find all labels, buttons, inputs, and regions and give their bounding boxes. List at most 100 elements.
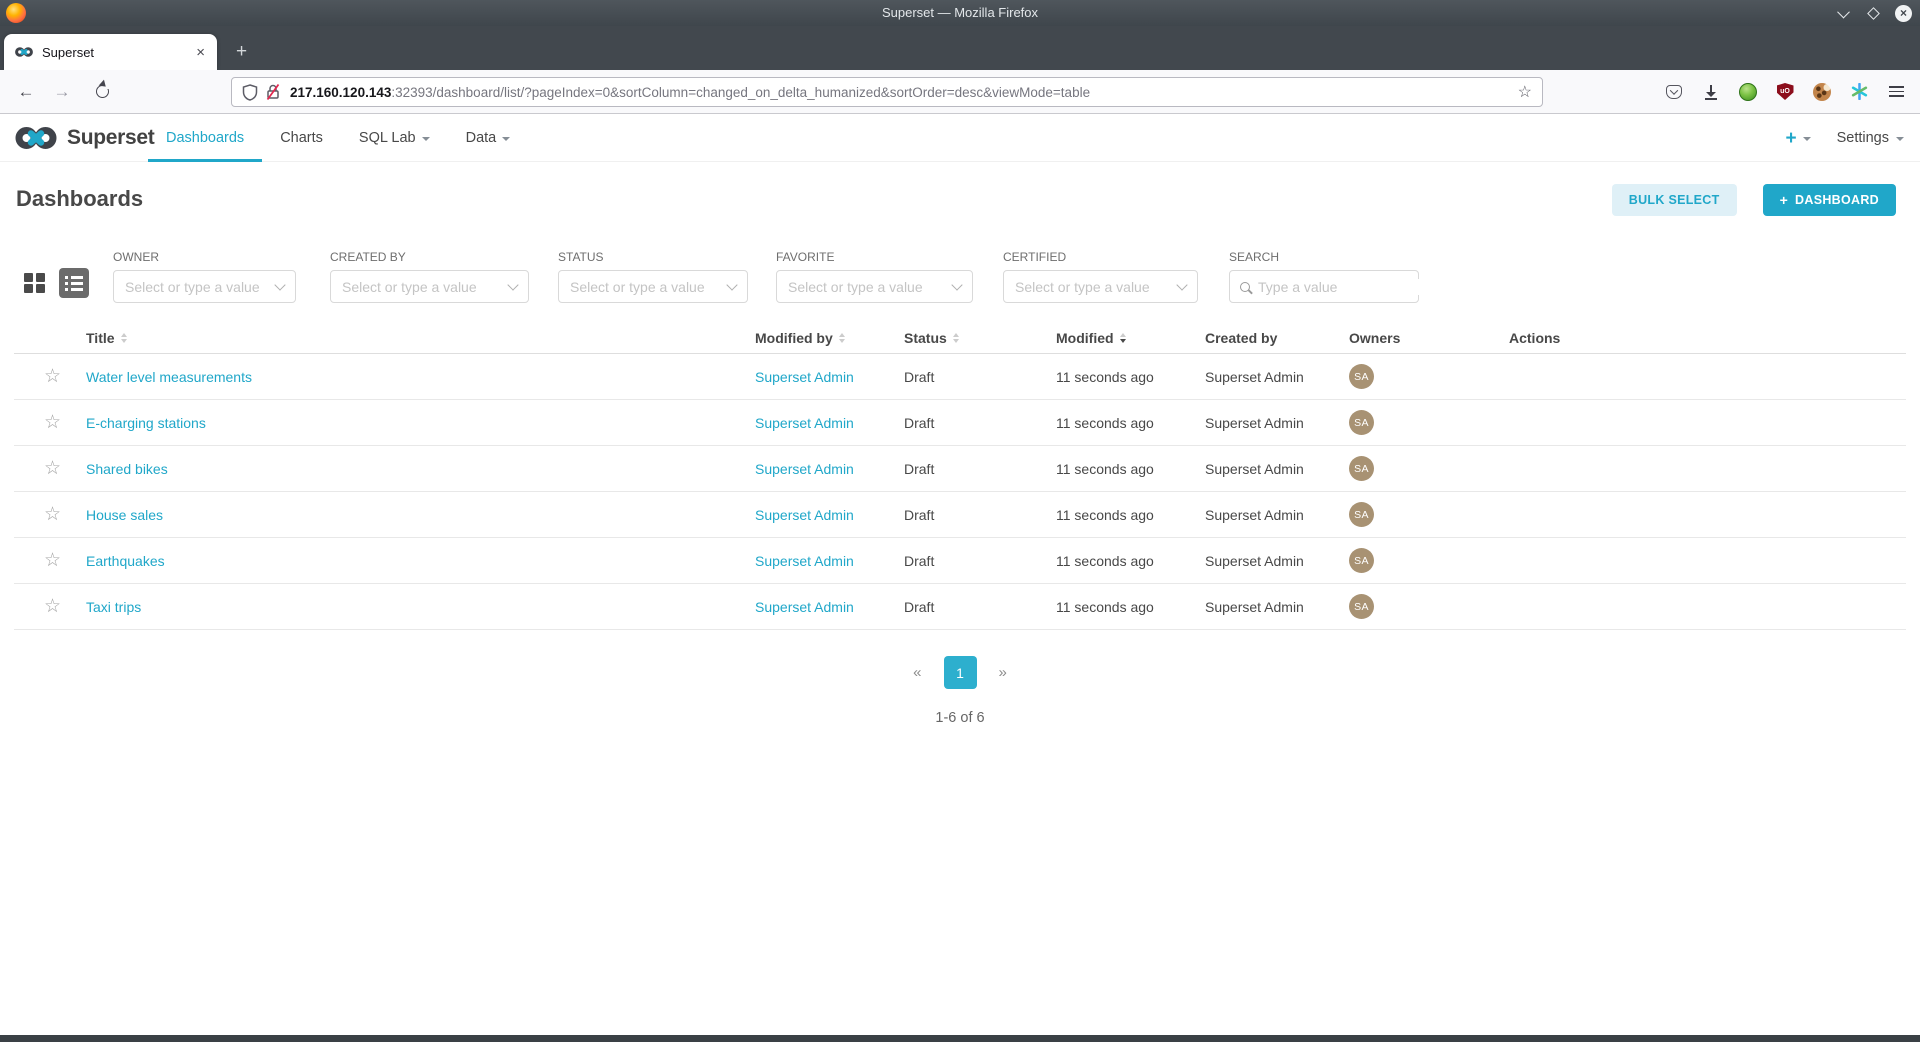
tab-close-icon[interactable]: × <box>194 44 207 61</box>
created-by-text: Superset Admin <box>1205 507 1349 523</box>
created-by-text: Superset Admin <box>1205 553 1349 569</box>
plus-icon: + <box>1785 129 1796 148</box>
cookie-extension-button[interactable] <box>1812 82 1832 102</box>
status-text: Draft <box>904 507 1056 523</box>
plus-icon: + <box>1780 192 1788 208</box>
column-header-modified-by[interactable]: Modified by <box>755 330 904 346</box>
column-header-modified[interactable]: Modified <box>1056 330 1205 346</box>
extension-star-button[interactable] <box>1849 82 1869 102</box>
modified-by-link[interactable]: Superset Admin <box>755 553 854 569</box>
url-text[interactable]: 217.160.120.143:32393/dashboard/list/?pa… <box>290 85 1510 100</box>
dashboard-title-link[interactable]: E-charging stations <box>86 415 206 431</box>
window-minimize-button[interactable] <box>1835 5 1852 22</box>
favorite-select[interactable]: Select or type a value <box>776 270 973 303</box>
column-header-actions: Actions <box>1509 330 1906 346</box>
reload-button[interactable] <box>86 70 118 113</box>
nav-item-dashboards[interactable]: Dashboards <box>148 114 262 162</box>
created-by-text: Superset Admin <box>1205 599 1349 615</box>
window-title: Superset — Mozilla Firefox <box>0 0 1920 26</box>
insecure-lock-icon[interactable] <box>265 83 281 101</box>
search-input[interactable] <box>1258 279 1439 295</box>
ublock-button[interactable]: uO <box>1775 82 1795 102</box>
browser-tab-superset[interactable]: Superset × <box>4 34 217 70</box>
dashboard-title-link[interactable]: House sales <box>86 507 163 523</box>
pocket-button[interactable] <box>1664 82 1684 102</box>
modified-by-link[interactable]: Superset Admin <box>755 461 854 477</box>
downloads-button[interactable] <box>1701 82 1721 102</box>
window-maximize-button[interactable] <box>1865 5 1882 22</box>
modified-by-link[interactable]: Superset Admin <box>755 599 854 615</box>
chevron-down-icon <box>1837 5 1850 18</box>
forward-button[interactable]: → <box>46 70 78 113</box>
created-by-text: Superset Admin <box>1205 461 1349 477</box>
table-row: ☆ House sales Superset Admin Draft 11 se… <box>14 492 1906 538</box>
os-titlebar: Superset — Mozilla Firefox × <box>0 0 1920 26</box>
new-tab-button[interactable]: + <box>236 42 247 61</box>
modified-text: 11 seconds ago <box>1056 599 1205 615</box>
nav-item-data[interactable]: Data <box>448 114 529 162</box>
owner-avatar: SA <box>1349 364 1374 389</box>
chevron-down-icon <box>1176 279 1187 290</box>
owner-avatar: SA <box>1349 502 1374 527</box>
table-row: ☆ E-charging stations Superset Admin Dra… <box>14 400 1906 446</box>
shield-icon[interactable] <box>242 84 258 101</box>
pagination-prev[interactable]: « <box>913 664 921 681</box>
created-by-text: Superset Admin <box>1205 369 1349 385</box>
chevron-down-icon <box>951 279 962 290</box>
caret-down-icon <box>1896 137 1904 141</box>
favorite-star-icon[interactable]: ☆ <box>44 458 61 479</box>
url-bar[interactable]: 217.160.120.143:32393/dashboard/list/?pa… <box>231 77 1543 107</box>
window-close-button[interactable]: × <box>1895 5 1912 22</box>
status-text: Draft <box>904 553 1056 569</box>
created-by-select[interactable]: Select or type a value <box>330 270 529 303</box>
status-text: Draft <box>904 369 1056 385</box>
new-item-menu[interactable]: + <box>1785 129 1810 148</box>
superset-infinity-icon <box>13 125 59 151</box>
list-view-toggle[interactable] <box>59 268 89 298</box>
superset-logo[interactable]: Superset <box>13 114 154 162</box>
column-header-status[interactable]: Status <box>904 330 1056 346</box>
url-path: :32393/dashboard/list/?pageIndex=0&sortC… <box>391 85 1090 100</box>
nav-item-sql-lab[interactable]: SQL Lab <box>341 114 448 162</box>
new-dashboard-button[interactable]: + DASHBOARD <box>1763 184 1896 216</box>
sort-carets-icon <box>953 333 959 343</box>
modified-by-link[interactable]: Superset Admin <box>755 369 854 385</box>
settings-menu[interactable]: Settings <box>1837 130 1904 146</box>
bulk-select-button[interactable]: BULK SELECT <box>1612 184 1737 216</box>
filter-label: FAVORITE <box>776 250 973 264</box>
chevron-down-icon <box>274 279 285 290</box>
extension-green-button[interactable] <box>1738 82 1758 102</box>
dashboard-title-link[interactable]: Earthquakes <box>86 553 165 569</box>
dashboard-title-link[interactable]: Shared bikes <box>86 461 168 477</box>
filter-favorite: FAVORITE Select or type a value <box>776 250 973 303</box>
nav-item-charts[interactable]: Charts <box>262 114 341 162</box>
favorite-star-icon[interactable]: ☆ <box>44 366 61 387</box>
dashboard-title-link[interactable]: Water level measurements <box>86 369 252 385</box>
favorite-star-icon[interactable]: ☆ <box>44 596 61 617</box>
menu-button[interactable] <box>1886 82 1906 102</box>
url-host: 217.160.120.143 <box>290 85 391 100</box>
certified-select[interactable]: Select or type a value <box>1003 270 1198 303</box>
favorite-star-icon[interactable]: ☆ <box>44 550 61 571</box>
status-select[interactable]: Select or type a value <box>558 270 748 303</box>
dashboard-title-link[interactable]: Taxi trips <box>86 599 141 615</box>
back-button[interactable]: ← <box>10 70 42 113</box>
sort-carets-icon <box>121 333 127 343</box>
filter-search: SEARCH <box>1229 250 1419 303</box>
maximize-icon <box>1867 7 1880 20</box>
column-header-title[interactable]: Title <box>86 330 755 346</box>
caret-down-icon <box>422 137 430 141</box>
modified-by-link[interactable]: Superset Admin <box>755 415 854 431</box>
bookmark-star-icon[interactable]: ☆ <box>1518 82 1532 102</box>
card-view-toggle[interactable] <box>20 269 49 298</box>
status-text: Draft <box>904 461 1056 477</box>
modified-by-link[interactable]: Superset Admin <box>755 507 854 523</box>
page-title: Dashboards <box>16 186 143 212</box>
pagination-page-1[interactable]: 1 <box>944 656 977 689</box>
favorite-star-icon[interactable]: ☆ <box>44 504 61 525</box>
favorite-star-icon[interactable]: ☆ <box>44 412 61 433</box>
owner-select[interactable]: Select or type a value <box>113 270 296 303</box>
filter-label: CREATED BY <box>330 250 529 264</box>
status-text: Draft <box>904 599 1056 615</box>
pagination-next[interactable]: » <box>999 664 1007 681</box>
